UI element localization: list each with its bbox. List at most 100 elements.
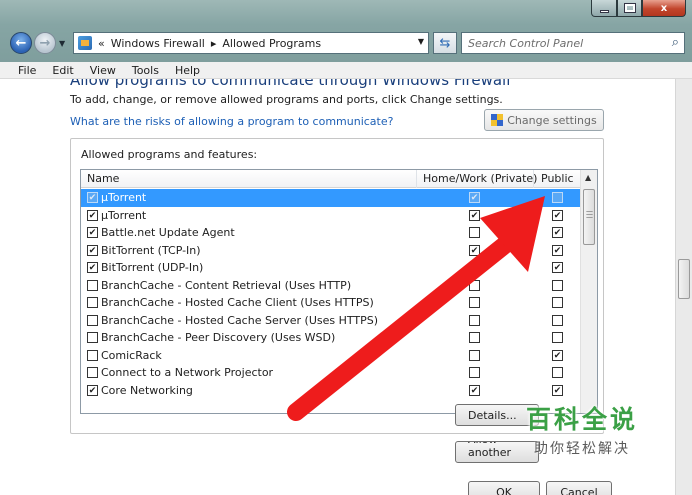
scroll-up-icon[interactable]: ▲ xyxy=(585,173,591,182)
private-network-checkbox[interactable] xyxy=(469,279,480,291)
breadcrumb-windows-firewall[interactable]: Windows Firewall xyxy=(111,37,205,50)
forward-button[interactable]: → xyxy=(34,32,56,54)
menu-help[interactable]: Help xyxy=(167,64,208,77)
program-enabled-checkbox[interactable] xyxy=(87,314,98,326)
public-network-checkbox[interactable] xyxy=(552,297,563,308)
private-network-checkbox[interactable] xyxy=(469,297,480,308)
public-network-checkbox[interactable] xyxy=(552,262,563,273)
program-row[interactable]: BranchCache - Hosted Cache Server (Uses … xyxy=(81,312,581,330)
cancel-button[interactable]: Cancel xyxy=(546,481,612,495)
program-row[interactable]: Connect to a Network Projector xyxy=(81,364,581,382)
maximize-button[interactable] xyxy=(617,0,642,17)
list-header: Name Home/Work (Private) Public xyxy=(81,170,581,188)
close-icon: x xyxy=(660,2,668,14)
private-network-checkbox[interactable] xyxy=(469,209,480,221)
public-network-checkbox[interactable] xyxy=(552,279,563,291)
program-name: Battle.net Update Agent xyxy=(101,226,235,239)
private-network-checkbox[interactable] xyxy=(469,244,480,256)
menu-edit[interactable]: Edit xyxy=(44,64,81,77)
program-enabled-checkbox[interactable] xyxy=(87,384,98,396)
menu-tools[interactable]: Tools xyxy=(124,64,167,77)
programs-list[interactable]: Name Home/Work (Private) Public µTorrent… xyxy=(80,169,598,414)
search-icon[interactable]: ⌕ xyxy=(672,35,679,50)
public-network-checkbox[interactable] xyxy=(552,244,563,256)
search-input[interactable]: Search Control Panel ⌕ xyxy=(461,32,685,54)
program-enabled-checkbox[interactable] xyxy=(87,209,98,221)
public-network-checkbox[interactable] xyxy=(552,209,563,221)
program-row[interactable]: µTorrent xyxy=(81,189,581,207)
cancel-label: Cancel xyxy=(560,485,598,495)
program-enabled-checkbox[interactable] xyxy=(87,262,98,273)
program-row[interactable]: BranchCache - Peer Discovery (Uses WSD) xyxy=(81,329,581,347)
public-network-checkbox[interactable] xyxy=(552,332,563,343)
program-row[interactable]: Core Networking xyxy=(81,382,581,400)
public-network-checkbox[interactable] xyxy=(552,384,563,396)
allow-another-program-button[interactable]: Allow another program... xyxy=(455,441,539,463)
program-row[interactable]: Battle.net Update Agent xyxy=(81,224,581,242)
program-enabled-checkbox[interactable] xyxy=(87,192,98,203)
program-row[interactable]: BitTorrent (UDP-In) xyxy=(81,259,581,277)
address-bar[interactable]: « Windows Firewall ▸ Allowed Programs ▼ xyxy=(73,32,429,54)
breadcrumb-allowed-programs[interactable]: Allowed Programs xyxy=(222,37,321,50)
private-network-checkbox[interactable] xyxy=(469,332,480,343)
breadcrumb-separator-icon[interactable]: ▸ xyxy=(211,37,217,50)
close-button[interactable]: x xyxy=(642,0,686,17)
back-arrow-icon: ← xyxy=(15,35,27,51)
column-header-name[interactable]: Name xyxy=(87,172,119,185)
public-network-checkbox[interactable] xyxy=(552,349,563,361)
public-network-checkbox[interactable] xyxy=(552,227,563,238)
back-button[interactable]: ← xyxy=(10,32,32,54)
private-network-checkbox[interactable] xyxy=(469,367,480,378)
window-scrollbar[interactable] xyxy=(675,79,692,495)
refresh-button[interactable]: ⇆ xyxy=(433,32,457,54)
program-name: Core Networking xyxy=(101,383,193,397)
program-enabled-checkbox[interactable] xyxy=(87,349,98,361)
recent-pages-dropdown-icon[interactable]: ▼ xyxy=(59,39,65,48)
risks-link[interactable]: What are the risks of allowing a program… xyxy=(70,115,393,128)
private-network-checkbox[interactable] xyxy=(469,227,480,238)
column-header-private[interactable]: Home/Work (Private) xyxy=(423,172,537,185)
program-row[interactable]: BitTorrent (TCP-In) xyxy=(81,242,581,260)
breadcrumb-prefix[interactable]: « xyxy=(98,37,105,50)
program-enabled-checkbox[interactable] xyxy=(87,227,98,238)
program-enabled-checkbox[interactable] xyxy=(87,279,98,291)
program-enabled-checkbox[interactable] xyxy=(87,244,98,256)
program-row[interactable]: ComicRack xyxy=(81,347,581,365)
private-network-checkbox[interactable] xyxy=(469,349,480,361)
maximize-icon xyxy=(623,3,636,13)
public-network-checkbox[interactable] xyxy=(552,367,563,378)
column-header-public[interactable]: Public xyxy=(541,172,574,185)
menu-file[interactable]: File xyxy=(10,64,44,77)
address-dropdown-icon[interactable]: ▼ xyxy=(418,37,424,46)
program-name: µTorrent xyxy=(101,208,147,222)
program-name: BranchCache - Content Retrieval (Uses HT… xyxy=(101,278,352,292)
public-network-checkbox[interactable] xyxy=(552,314,563,326)
program-enabled-checkbox[interactable] xyxy=(87,297,98,308)
public-network-checkbox[interactable] xyxy=(552,192,563,203)
details-label: Details... xyxy=(468,408,517,422)
private-network-checkbox[interactable] xyxy=(469,314,480,326)
private-network-checkbox[interactable] xyxy=(469,192,480,203)
ok-label: OK xyxy=(496,485,512,495)
private-network-checkbox[interactable] xyxy=(469,384,480,396)
program-enabled-checkbox[interactable] xyxy=(87,367,98,378)
private-network-checkbox[interactable] xyxy=(469,262,480,273)
scroll-grip-icon: — — — xyxy=(586,207,593,221)
minimize-button[interactable] xyxy=(591,0,617,17)
search-placeholder: Search Control Panel xyxy=(468,36,584,50)
program-enabled-checkbox[interactable] xyxy=(87,332,98,343)
allow-another-label: Allow another program... xyxy=(468,442,525,462)
change-settings-button[interactable]: Change settings xyxy=(484,109,604,131)
menu-bar: File Edit View Tools Help xyxy=(0,62,692,79)
program-row[interactable]: BranchCache - Hosted Cache Client (Uses … xyxy=(81,294,581,312)
program-row[interactable]: µTorrent xyxy=(81,207,581,225)
program-name: Connect to a Network Projector xyxy=(101,366,274,379)
window-scroll-thumb[interactable] xyxy=(678,259,690,299)
program-row[interactable]: BranchCache - Content Retrieval (Uses HT… xyxy=(81,277,581,295)
program-name: BitTorrent (UDP-In) xyxy=(101,261,204,274)
menu-view[interactable]: View xyxy=(82,64,124,77)
ok-button[interactable]: OK xyxy=(468,481,540,495)
details-button[interactable]: Details... xyxy=(455,404,539,426)
list-scrollbar[interactable]: ▲ — — — xyxy=(580,170,597,413)
program-name: BranchCache - Hosted Cache Client (Uses … xyxy=(101,296,374,309)
